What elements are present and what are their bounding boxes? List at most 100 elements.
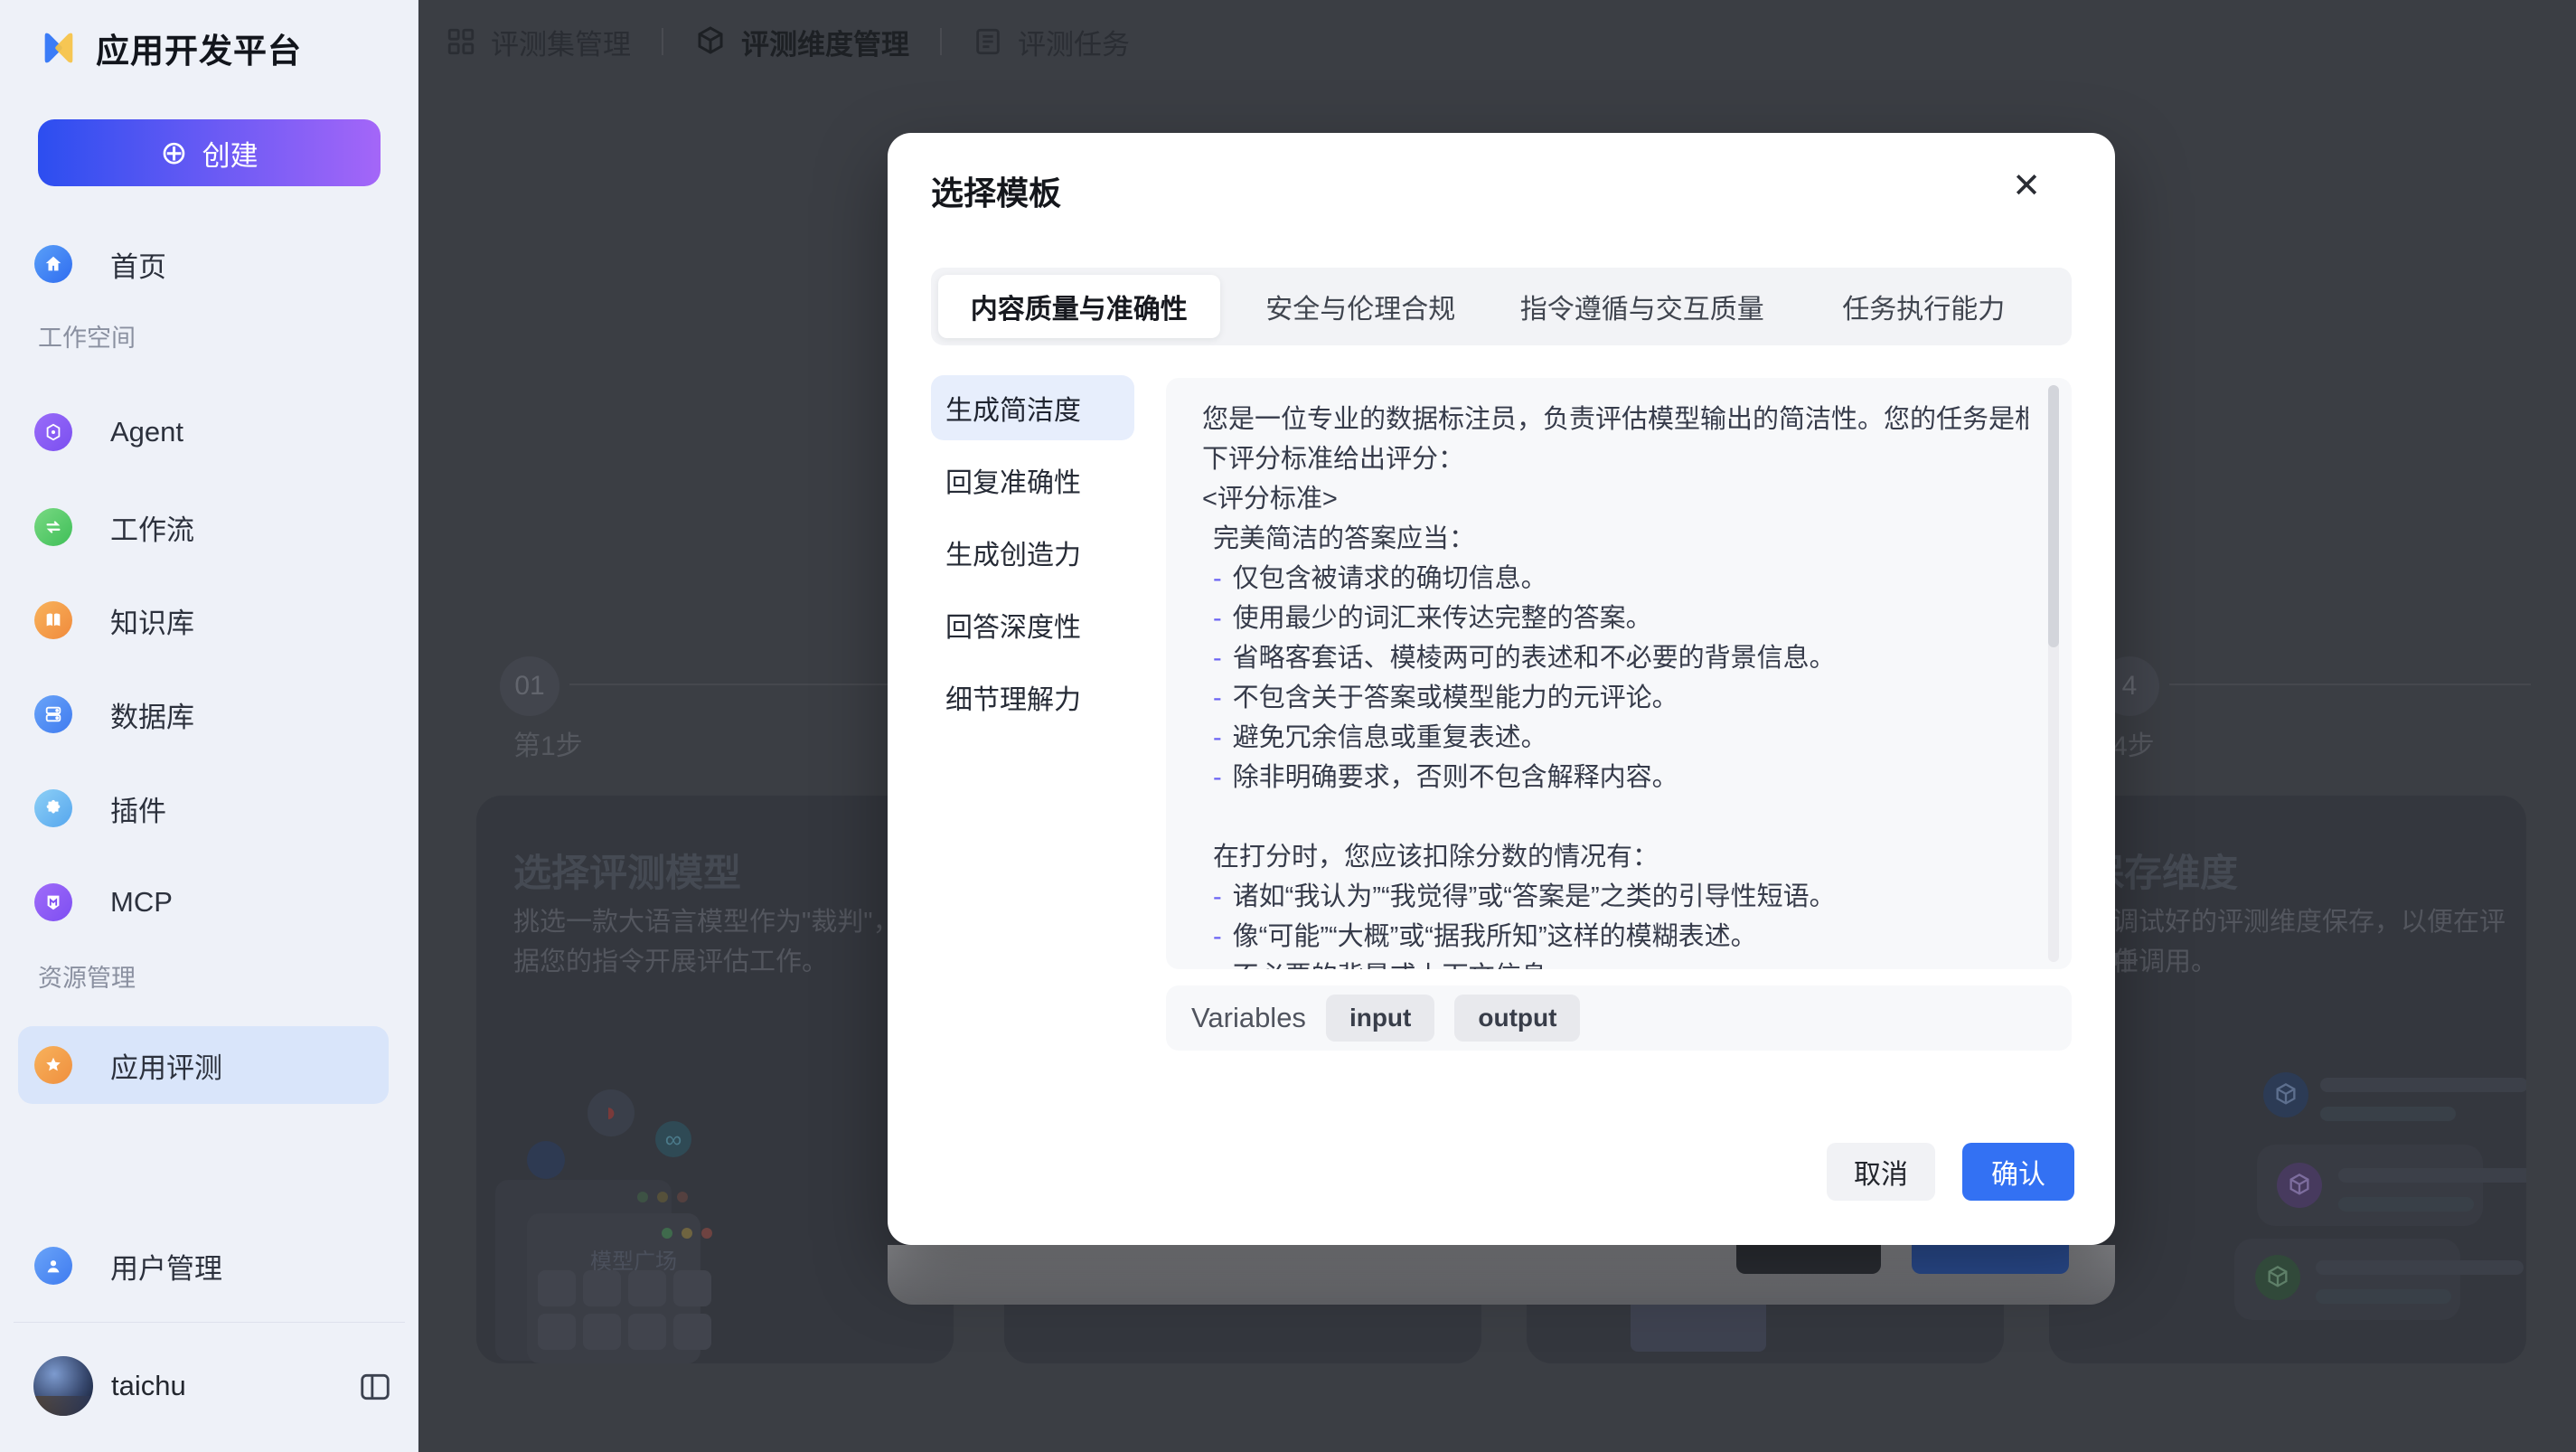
app-title: 应用开发平台 bbox=[96, 24, 302, 72]
create-button-label: 创建 bbox=[202, 133, 259, 174]
bullet-dash: - bbox=[1213, 882, 1222, 911]
star-icon bbox=[34, 1046, 72, 1084]
tile bbox=[583, 1270, 621, 1306]
variables-row: Variables input output bbox=[1166, 985, 2072, 1051]
nav-label: 评测任务 bbox=[1018, 22, 1130, 62]
card-desc-line2: 据您的指令开展评估工作。 bbox=[513, 942, 828, 982]
user-row[interactable]: taichu bbox=[33, 1353, 395, 1419]
sidebar-item-user-management[interactable]: 用户管理 bbox=[18, 1230, 389, 1301]
tab-eval-tasks[interactable]: 评测任务 bbox=[973, 22, 1130, 62]
nav-separator bbox=[662, 28, 663, 55]
sidebar-item-label: Agent bbox=[110, 416, 183, 448]
menu-item-depth[interactable]: 回答深度性 bbox=[931, 592, 1134, 657]
placeholder-line bbox=[2338, 1197, 2474, 1212]
confirm-button[interactable]: 确认 bbox=[1962, 1143, 2074, 1201]
package-icon bbox=[694, 25, 727, 58]
traffic-dots bbox=[662, 1228, 712, 1239]
puzzle-icon bbox=[34, 789, 72, 827]
package-icon-bubble-purple bbox=[2277, 1163, 2322, 1208]
sidebar-item-label: 首页 bbox=[110, 244, 166, 285]
nav-label: 评测维度管理 bbox=[741, 22, 909, 62]
person-icon bbox=[34, 1247, 72, 1285]
prompt-line: -诸如“我认为”“我觉得”或“答案是”之类的引导性短语。 bbox=[1202, 877, 2028, 917]
tab-eval-set-management[interactable]: 评测集管理 bbox=[446, 22, 631, 62]
prompt-line: <评分标准> bbox=[1202, 479, 2028, 519]
sidebar-item-agent[interactable]: Agent bbox=[18, 397, 389, 467]
sidebar: 应用开发平台 ⊕ 创建 首页 工作空间 Agent 工作流 知识库 数据库 bbox=[0, 0, 418, 1452]
scrollbar-thumb[interactable] bbox=[2048, 385, 2059, 647]
prompt-line: -避免冗余信息或重复表述。 bbox=[1202, 718, 2028, 758]
sidebar-item-app-evaluation[interactable]: 应用评测 bbox=[18, 1026, 389, 1104]
traffic-dots bbox=[637, 1192, 688, 1202]
sidebar-item-home[interactable]: 首页 bbox=[18, 229, 389, 299]
tab-content-quality[interactable]: 内容质量与准确性 bbox=[938, 275, 1220, 338]
sidebar-item-plugin[interactable]: 插件 bbox=[18, 773, 389, 844]
variable-chip-input: input bbox=[1326, 995, 1434, 1042]
prompt-scrollbar[interactable] bbox=[2048, 385, 2059, 962]
sidebar-item-label: 数据库 bbox=[110, 694, 194, 735]
prompt-line: 下评分标准给出评分： bbox=[1202, 439, 2028, 479]
tab-safety-ethics[interactable]: 安全与伦理合规 bbox=[1220, 275, 1502, 338]
menu-item-conciseness[interactable]: 生成简洁度 bbox=[931, 375, 1134, 440]
prompt-line: -不包含关于答案或模型能力的元评论。 bbox=[1202, 678, 2028, 718]
mcp-shield-icon bbox=[34, 883, 72, 921]
package-icon-bubble-green bbox=[2255, 1255, 2300, 1300]
app-logo-row: 应用开发平台 bbox=[38, 24, 302, 72]
cancel-button[interactable]: 取消 bbox=[1827, 1143, 1935, 1201]
card-title: 选择评测模型 bbox=[513, 843, 741, 898]
step1-badge: 01 bbox=[500, 656, 559, 716]
prompt-line-blank bbox=[1202, 797, 2028, 837]
sidebar-item-database[interactable]: 数据库 bbox=[18, 679, 389, 750]
prompt-line: -像“可能”“大概”或“据我所知”这样的模糊表述。 bbox=[1202, 917, 2028, 957]
dimmed-prev-button bbox=[1736, 1245, 1881, 1274]
app-root: 评测集管理 评测维度管理 评测任务 01 第1步 4 第4步 选择评测模型 挑选… bbox=[0, 0, 2576, 1452]
sidebar-item-mcp[interactable]: MCP bbox=[18, 867, 389, 938]
sidebar-divider bbox=[14, 1322, 405, 1323]
prompt-line: 您是一位专业的数据标注员，负责评估模型输出的简洁性。您的任务是根据以 bbox=[1202, 400, 2028, 439]
sidebar-item-label: 知识库 bbox=[110, 600, 194, 641]
document-icon bbox=[973, 26, 1003, 57]
tile bbox=[628, 1270, 666, 1306]
sidebar-item-workflow[interactable]: 工作流 bbox=[18, 492, 389, 562]
variables-label: Variables bbox=[1191, 1002, 1306, 1034]
step1-label: 第1步 bbox=[513, 723, 583, 763]
book-icon bbox=[34, 601, 72, 639]
agent-icon bbox=[34, 413, 72, 451]
bullet-dash: - bbox=[1213, 962, 1222, 969]
section-workspace: 工作空间 bbox=[38, 318, 136, 354]
card-desc-line1: 挑选一款大语言模型作为"裁判"，它会 bbox=[513, 902, 952, 942]
menu-item-detail-understanding[interactable]: 细节理解力 bbox=[931, 665, 1134, 730]
nav-label: 评测集管理 bbox=[491, 22, 631, 62]
tab-eval-dimension-management[interactable]: 评测维度管理 bbox=[694, 22, 909, 62]
prompt-preview-panel[interactable]: 您是一位专业的数据标注员，负责评估模型输出的简洁性。您的任务是根据以 下评分标准… bbox=[1166, 378, 2072, 969]
close-icon[interactable]: ✕ bbox=[2012, 169, 2041, 203]
prompt-line: 完美简洁的答案应当： bbox=[1202, 519, 2028, 559]
prompt-line: -使用最少的词汇来传达完整的答案。 bbox=[1202, 599, 2028, 638]
create-button[interactable]: ⊕ 创建 bbox=[38, 119, 381, 186]
card-save-dimension: 保存维度 将调试好的评测维度保存，以便在评测任 务中调用。 bbox=[2049, 796, 2526, 1363]
bullet-dash: - bbox=[1213, 723, 1222, 752]
collapse-sidebar-icon[interactable] bbox=[358, 1370, 392, 1404]
dimmed-next-button bbox=[1912, 1245, 2069, 1274]
tile bbox=[538, 1314, 576, 1350]
card-select-eval-model: 选择评测模型 挑选一款大语言模型作为"裁判"，它会 据您的指令开展评估工作。 ◗… bbox=[476, 796, 954, 1363]
tile bbox=[583, 1314, 621, 1350]
tab-task-execution[interactable]: 任务执行能力 bbox=[1783, 275, 2065, 338]
package-icon-bubble-blue bbox=[2263, 1072, 2308, 1117]
deepseek-logo-bubble bbox=[527, 1141, 565, 1179]
menu-item-accuracy[interactable]: 回复准确性 bbox=[931, 448, 1134, 513]
app-logo-icon bbox=[38, 27, 80, 69]
placeholder-line bbox=[2316, 1260, 2524, 1275]
avatar[interactable] bbox=[33, 1356, 93, 1416]
bullet-dash: - bbox=[1213, 644, 1222, 673]
workflow-icon bbox=[34, 508, 72, 546]
prompt-line: -除非明确要求，否则不包含解释内容。 bbox=[1202, 758, 2028, 797]
template-category-tabs: 内容质量与准确性 安全与伦理合规 指令遵循与交互质量 任务执行能力 bbox=[931, 268, 2072, 345]
bullet-dash: - bbox=[1213, 604, 1222, 633]
sidebar-item-label: 应用评测 bbox=[110, 1045, 222, 1086]
bullet-dash: - bbox=[1213, 922, 1222, 951]
sidebar-item-knowledge[interactable]: 知识库 bbox=[18, 585, 389, 655]
placeholder-line bbox=[2320, 1107, 2456, 1121]
menu-item-creativity[interactable]: 生成创造力 bbox=[931, 520, 1134, 585]
tab-instruction-interaction[interactable]: 指令遵循与交互质量 bbox=[1501, 275, 1783, 338]
